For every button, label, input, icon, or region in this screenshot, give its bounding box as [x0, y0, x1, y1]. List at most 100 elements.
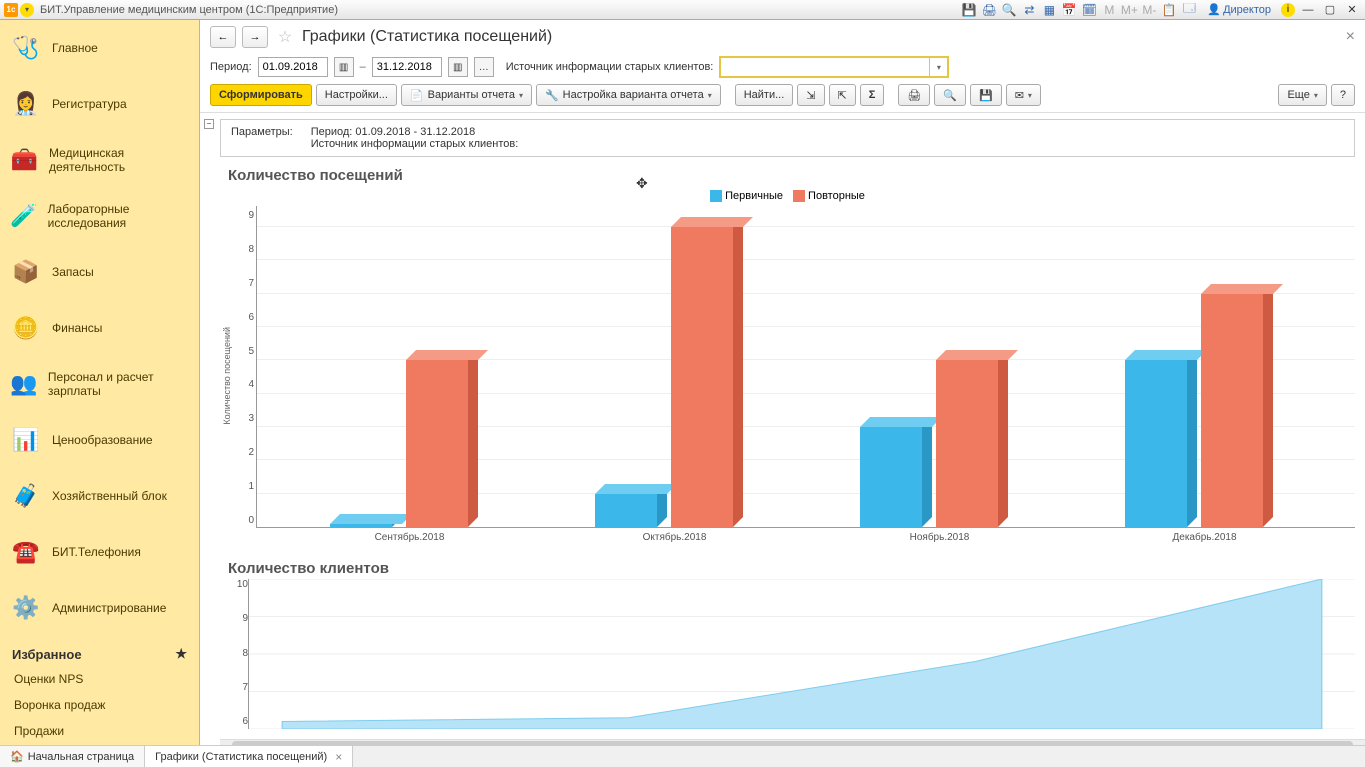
favorite-item[interactable]: Оценки NPS — [0, 666, 199, 692]
info-icon[interactable]: i — [1281, 3, 1295, 17]
nav-icon: ☎️ — [10, 536, 42, 568]
nav-icon: 🧪 — [10, 200, 38, 232]
clipboard-icon[interactable]: 📋 — [1161, 2, 1177, 18]
x-label: Декабрь.2018 — [1172, 532, 1236, 543]
close-button[interactable]: ✕ — [1343, 2, 1361, 18]
favorite-item[interactable]: Воронка продаж — [0, 692, 199, 718]
titlebar: 1c ▾ БИТ.Управление медицинским центром … — [0, 0, 1365, 20]
sidebar-item[interactable]: 📊Ценообразование — [0, 412, 199, 468]
report-area[interactable]: − Параметры: Период: 01.09.2018 - 31.12.… — [200, 113, 1365, 745]
more-button[interactable]: Еще ▾ — [1278, 84, 1326, 106]
sidebar-item[interactable]: 👩‍⚕️Регистратура — [0, 76, 199, 132]
nav-label: Администрирование — [52, 601, 166, 615]
m-icon[interactable]: M — [1101, 2, 1117, 18]
x-label: Октябрь.2018 — [643, 532, 707, 543]
grid-icon[interactable]: ▦ — [1041, 2, 1057, 18]
bar — [671, 227, 743, 527]
tab-start[interactable]: 🏠 Начальная страница — [0, 746, 145, 767]
sidebar-item[interactable]: 🧳Хозяйственный блок — [0, 468, 199, 524]
nav-label: БИТ.Телефония — [52, 545, 141, 559]
sidebar-item[interactable]: 👥 Персонал и расчет зарплаты — [0, 356, 199, 412]
period-from-calendar[interactable]: ▥ — [334, 57, 354, 77]
mminus-icon[interactable]: M- — [1141, 2, 1157, 18]
find-button[interactable]: Найти... — [735, 84, 794, 106]
save-button[interactable]: 💾 — [970, 84, 1002, 106]
nav-icon: 🧰 — [10, 144, 39, 176]
preview-button[interactable]: 🔍 — [934, 84, 966, 106]
app-logo-icon: 1c — [4, 3, 18, 17]
compare-icon[interactable]: ⇄ — [1021, 2, 1037, 18]
nav-icon: 🧳 — [10, 480, 42, 512]
view-title: Графики (Статистика посещений) — [302, 28, 552, 46]
expand-button[interactable]: ⇲ — [797, 84, 824, 106]
period-to-input[interactable] — [372, 57, 442, 77]
nav-label: Запасы — [52, 265, 94, 279]
favorite-item[interactable]: Приёмы врача — [0, 744, 199, 745]
collapse-toggle[interactable]: − — [204, 119, 214, 129]
bar — [595, 494, 667, 527]
email-button[interactable]: ✉ ▾ — [1006, 84, 1041, 106]
nav-icon: 👥 — [10, 368, 38, 400]
sidebar-item[interactable]: 🧪 Лабораторные исследования — [0, 188, 199, 244]
legend-item: Повторные — [793, 190, 865, 202]
calc-icon[interactable]: 🗓 — [1081, 2, 1097, 18]
sidebar-item[interactable]: 🪙Финансы — [0, 300, 199, 356]
x-label: Сентябрь.2018 — [375, 532, 445, 543]
period-to-calendar[interactable]: ▥ — [448, 57, 468, 77]
maximize-button[interactable]: ▢ — [1321, 2, 1339, 18]
chart2-plot — [248, 579, 1355, 729]
bar — [1201, 294, 1273, 527]
chart1-title: Количество посещений — [220, 161, 1365, 186]
visits-chart: ПервичныеПовторные Количество посещений … — [220, 186, 1355, 546]
horizontal-scrollbar[interactable] — [220, 739, 1365, 745]
print-icon[interactable]: 🖨 — [981, 2, 997, 18]
minimize-button[interactable]: — — [1299, 2, 1317, 18]
period-label: Период: — [210, 61, 252, 73]
nav-label: Персонал и расчет зарплаты — [48, 370, 189, 399]
preview-icon[interactable]: 🔍 — [1001, 2, 1017, 18]
sidebar-item[interactable]: ☎️ БИТ.Телефония — [0, 524, 199, 580]
windows-icon[interactable]: 🗔 — [1181, 2, 1197, 18]
favorite-toggle[interactable]: ☆ — [274, 26, 296, 48]
nav-label: Лабораторные исследования — [48, 202, 189, 231]
user-name: Директор — [1223, 4, 1271, 16]
back-button[interactable]: ← — [210, 26, 236, 48]
favorite-item[interactable]: Продажи — [0, 718, 199, 744]
help-button[interactable]: ? — [1331, 84, 1355, 106]
generate-button[interactable]: Сформировать — [210, 84, 312, 106]
star-icon[interactable]: ★ — [175, 646, 187, 662]
source-input[interactable] — [721, 58, 929, 76]
close-view-button[interactable]: × — [1346, 28, 1355, 46]
sum-button[interactable]: Σ — [860, 84, 885, 106]
params-caption: Параметры: — [231, 126, 293, 150]
user-label[interactable]: 👤 Директор — [1207, 3, 1271, 16]
period-from-input[interactable] — [258, 57, 328, 77]
calendar-icon[interactable]: 📅 — [1061, 2, 1077, 18]
bottom-tabs: 🏠 Начальная страница Графики (Статистика… — [0, 745, 1365, 767]
app-menu-dropdown[interactable]: ▾ — [20, 3, 34, 17]
nav-label: Финансы — [52, 321, 102, 335]
period-select-button[interactable]: … — [474, 57, 494, 77]
sidebar-item[interactable]: 📦 Запасы — [0, 244, 199, 300]
sidebar-item[interactable]: 🧰 Медицинская деятельность — [0, 132, 199, 188]
collapse-button[interactable]: ⇱ — [829, 84, 856, 106]
mplus-icon[interactable]: M+ — [1121, 2, 1137, 18]
app-title: БИТ.Управление медицинским центром (1С:П… — [40, 4, 961, 16]
nav-label: Медицинская деятельность — [49, 146, 189, 175]
sidebar-item[interactable]: 🩺Главное — [0, 20, 199, 76]
params-period: Период: 01.09.2018 - 31.12.2018 — [311, 126, 519, 138]
report-variants-button[interactable]: 📄 Варианты отчета ▾ — [401, 84, 532, 106]
print-button[interactable]: 🖨 — [898, 84, 930, 106]
bar — [936, 360, 1008, 527]
save-icon[interactable]: 💾 — [961, 2, 977, 18]
sidebar-item[interactable]: ⚙️Администрирование — [0, 580, 199, 636]
forward-button[interactable]: → — [242, 26, 268, 48]
tab-report[interactable]: Графики (Статистика посещений)× — [145, 746, 353, 767]
nav-icon: 📦 — [10, 256, 42, 288]
source-dropdown-button[interactable]: ▾ — [929, 58, 947, 76]
settings-button[interactable]: Настройки... — [316, 84, 397, 106]
tab-report-close[interactable]: × — [335, 750, 342, 764]
variant-settings-button[interactable]: 🔧 Настройка варианта отчета ▾ — [536, 84, 721, 106]
nav-icon: 👩‍⚕️ — [10, 88, 42, 120]
content-area: × ← → ☆ Графики (Статистика посещений) П… — [200, 20, 1365, 745]
